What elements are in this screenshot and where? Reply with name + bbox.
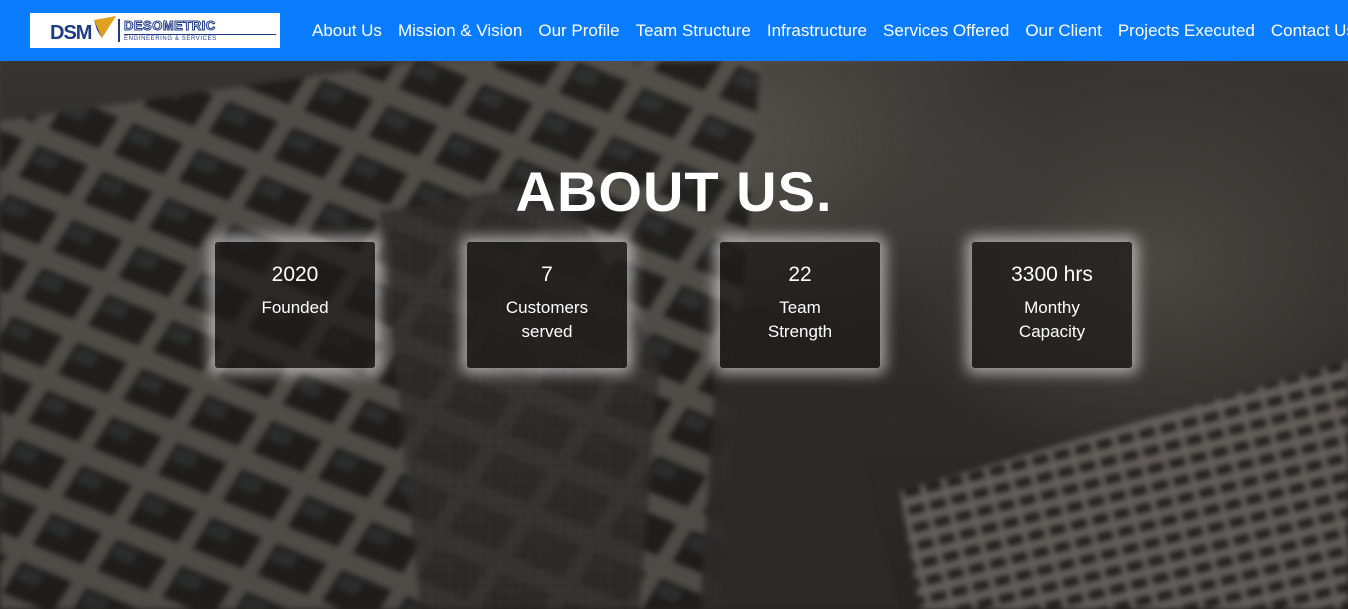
nav-our-profile[interactable]: Our Profile <box>530 21 627 41</box>
nav-projects-executed[interactable]: Projects Executed <box>1110 21 1263 41</box>
svg-text:DSM: DSM <box>50 22 92 44</box>
stat-label: Customers served <box>505 298 589 341</box>
brand-name: DESOMETRIC <box>124 18 216 34</box>
logo-divider <box>118 19 120 42</box>
stat-card-monthly-capacity: 3300 hrs Monthy Capacity <box>972 242 1132 368</box>
stat-value: 3300 hrs <box>1011 263 1093 286</box>
nav-contact-us[interactable]: Contact Us <box>1263 21 1348 41</box>
company-logo[interactable]: DSM DESOMETRIC ENGINEERING & SERVICES <box>30 13 280 48</box>
nav-services-offered[interactable]: Services Offered <box>875 21 1017 41</box>
nav-about-us[interactable]: About Us <box>304 21 390 41</box>
stat-value: 2020 <box>271 263 319 286</box>
about-hero: ABOUT US. 2020 Founded 7 Customers serve… <box>0 61 1348 609</box>
nav-infrastructure[interactable]: Infrastructure <box>759 21 875 41</box>
stat-card-founded: 2020 Founded <box>215 242 375 368</box>
logo-text: DESOMETRIC ENGINEERING & SERVICES <box>124 18 276 42</box>
brand-tagline: ENGINEERING & SERVICES <box>124 34 276 42</box>
nav-team-structure[interactable]: Team Structure <box>628 21 759 41</box>
dsm-logo-mark-icon: DSM <box>50 16 116 44</box>
stat-card-customers: 7 Customers served <box>467 242 627 368</box>
stat-label: Monthy Capacity <box>1018 298 1086 341</box>
stat-label: Team Strength <box>767 298 833 341</box>
top-navbar: DSM DESOMETRIC ENGINEERING & SERVICES Ab… <box>0 0 1348 61</box>
page-title: ABOUT US. <box>515 159 833 223</box>
main-nav: About Us Mission & Vision Our Profile Te… <box>304 0 1348 61</box>
nav-mission-vision[interactable]: Mission & Vision <box>390 21 530 41</box>
stat-value: 7 <box>541 263 553 286</box>
stat-label: Founded <box>261 298 329 317</box>
stat-card-team-strength: 22 Team Strength <box>720 242 880 368</box>
building-background-image <box>0 61 1348 609</box>
nav-our-client[interactable]: Our Client <box>1017 21 1110 41</box>
stat-value: 22 <box>788 263 812 286</box>
